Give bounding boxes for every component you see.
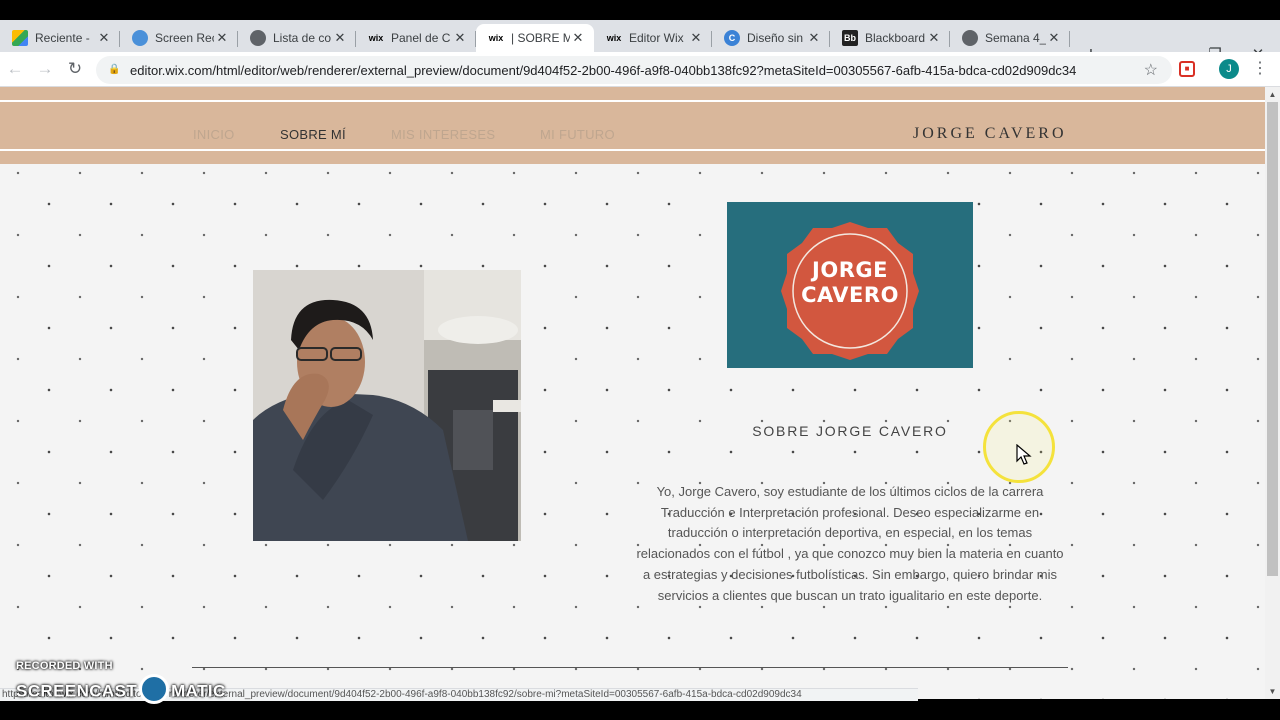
logo-panel: JORGE CAVERO	[727, 202, 973, 368]
address-bar[interactable]: 🔒 editor.wix.com/html/editor/web/rendere…	[96, 56, 1172, 84]
wix-icon: wix	[488, 33, 504, 43]
tab-title: Diseño sin	[747, 31, 804, 45]
tab-close-icon[interactable]: ✕	[926, 30, 942, 46]
tab-title: Semana 4_	[985, 31, 1046, 45]
wix-icon: wix	[368, 33, 384, 43]
profile-photo	[253, 270, 521, 541]
browser-tab[interactable]: Semana 4_ ✕	[950, 24, 1070, 52]
top-letterbox	[0, 0, 1280, 20]
nav-mis-intereses[interactable]: MIS INTERESES	[391, 127, 495, 142]
header-divider-top	[0, 100, 1265, 102]
bookmark-star-icon[interactable]: ☆	[1144, 60, 1158, 80]
tab-close-icon[interactable]: ✕	[452, 30, 468, 46]
mouse-pointer-icon	[1016, 444, 1032, 465]
watermark-screencast: SCREENCAST	[16, 681, 138, 701]
about-paragraph: Yo, Jorge Cavero, soy estudiante de los …	[636, 484, 1064, 603]
url-text[interactable]: editor.wix.com/html/editor/web/renderer/…	[130, 63, 1130, 78]
tab-close-icon[interactable]: ✕	[1046, 30, 1062, 46]
tab-title: Editor Wix	[629, 31, 684, 45]
nav-inicio[interactable]: INICIO	[193, 127, 235, 142]
tab-title: | SOBRE MÍ	[511, 31, 570, 45]
screencast-watermark: RECORDED WITH SCREENCAST MATIC	[16, 660, 225, 704]
tab-title: Screen Rec	[155, 31, 214, 45]
tab-close-icon[interactable]: ✕	[688, 30, 704, 46]
lock-icon: 🔒	[108, 64, 121, 75]
globe-icon	[250, 30, 266, 46]
browser-tab[interactable]: Reciente - ✕	[0, 24, 120, 52]
screen: Reciente - ✕ Screen Rec ✕ Lista de co ✕ wix Pa…	[0, 0, 1280, 720]
screencast-icon	[132, 30, 148, 46]
tab-close-icon[interactable]: ✕	[214, 30, 230, 46]
browser-tab[interactable]: wix Panel de C ✕	[356, 24, 476, 52]
dot-pattern-background-2	[0, 87, 1265, 699]
tab-title: Reciente -	[35, 31, 90, 45]
tab-close-icon[interactable]: ✕	[806, 30, 822, 46]
tab-title: Panel de C	[391, 31, 451, 45]
site-brand[interactable]: JORGE CAVERO	[913, 125, 1067, 143]
browser-tab[interactable]: C Diseño sin ✕	[712, 24, 830, 52]
extension-icon[interactable]: ■	[1179, 61, 1195, 77]
tab-separator	[1069, 31, 1070, 47]
browser-toolbar: ← → ↻ 🔒 editor.wix.com/html/editor/web/r…	[0, 52, 1280, 87]
footer-divider	[192, 667, 1068, 668]
scroll-down-icon[interactable]: ▼	[1265, 687, 1280, 696]
tab-title: Lista de co	[273, 31, 332, 45]
tab-title: Blackboard	[865, 31, 926, 45]
site-header: INICIO SOBRE MÍ MIS INTERESES MI FUTURO …	[0, 87, 1265, 164]
scroll-up-icon[interactable]: ▲	[1265, 90, 1280, 99]
globe-icon	[962, 30, 978, 46]
browser-tab[interactable]: Screen Rec ✕	[120, 24, 238, 52]
tab-close-icon[interactable]: ✕	[96, 30, 112, 46]
watermark-recorded-with: RECORDED WITH	[16, 660, 113, 672]
browser-tab[interactable]: Lista de co ✕	[238, 24, 356, 52]
page-scrollbar[interactable]: ▲ ▼	[1265, 87, 1280, 699]
canva-icon: C	[724, 30, 740, 46]
watermark-matic: MATIC	[171, 681, 226, 701]
header-divider-bottom	[0, 149, 1265, 151]
scrollbar-thumb[interactable]	[1267, 102, 1278, 576]
google-drive-icon	[12, 30, 28, 46]
web-page: INICIO SOBRE MÍ MIS INTERESES MI FUTURO …	[0, 87, 1265, 699]
browser-tab[interactable]: wix | SOBRE MÍ ✕	[476, 24, 594, 52]
tab-strip: Reciente - ✕ Screen Rec ✕ Lista de co ✕ wix Pa…	[0, 20, 1280, 66]
profile-avatar[interactable]: J	[1219, 59, 1239, 79]
browser-tab[interactable]: Bb Blackboard ✕	[830, 24, 950, 52]
browser-tab[interactable]: wix Editor Wix ✕	[594, 24, 712, 52]
tab-close-icon[interactable]: ✕	[332, 30, 348, 46]
about-title: SOBRE JORGE CAVERO	[752, 423, 948, 439]
tab-close-icon[interactable]: ✕	[570, 30, 586, 46]
logo-text-line1: JORGE	[812, 258, 888, 282]
nav-sobre-mi[interactable]: SOBRE MÍ	[280, 127, 346, 142]
logo-text-line2: CAVERO	[801, 283, 899, 307]
screencast-logo-icon	[139, 674, 170, 704]
forward-icon[interactable]: →	[34, 58, 56, 80]
back-icon[interactable]: ←	[4, 58, 26, 80]
blackboard-icon: Bb	[842, 30, 858, 46]
reload-icon[interactable]: ↻	[64, 58, 86, 80]
nav-mi-futuro[interactable]: MI FUTURO	[540, 127, 615, 142]
wix-icon: wix	[606, 33, 622, 43]
menu-kebab-icon[interactable]: ⋮	[1252, 58, 1268, 80]
